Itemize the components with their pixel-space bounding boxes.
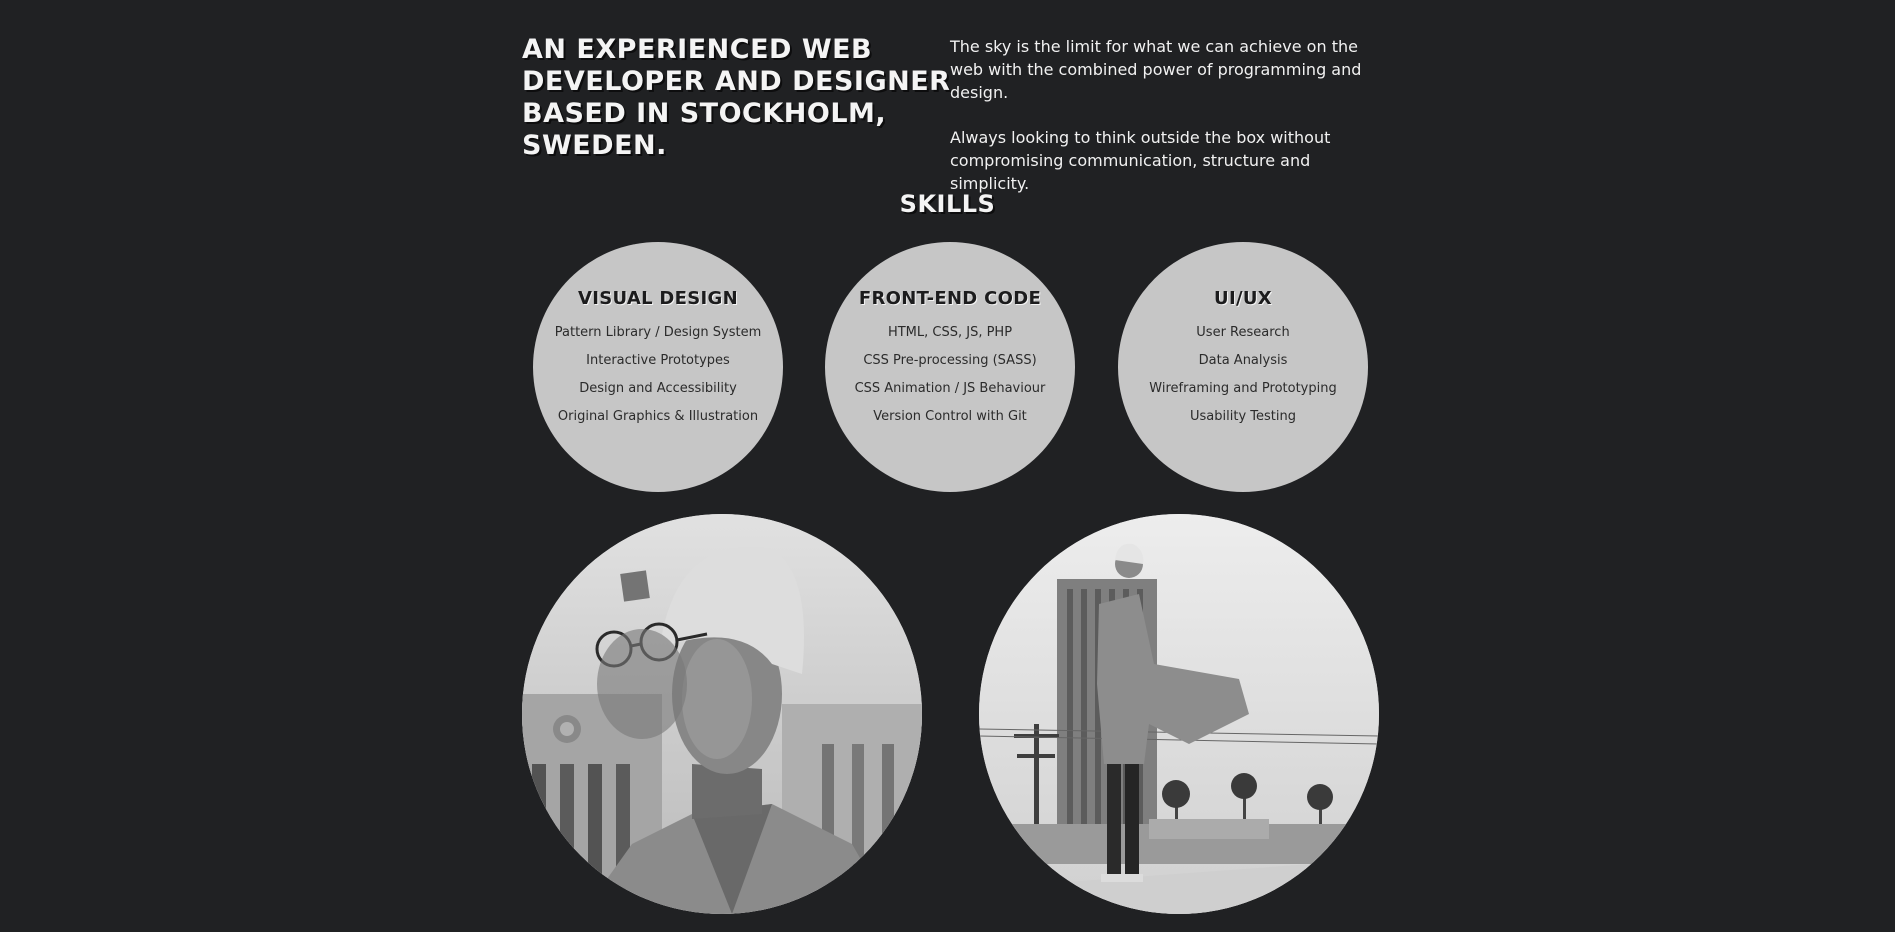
skill-item: User Research	[1196, 325, 1290, 340]
skill-item: Usability Testing	[1190, 409, 1296, 424]
skill-item: Design and Accessibility	[579, 381, 737, 396]
skill-item: Interactive Prototypes	[586, 353, 730, 368]
portrait-photo	[522, 514, 922, 914]
intro-paragraph-2: Always looking to think outside the box …	[950, 128, 1331, 193]
skill-title: UI/UX	[1214, 288, 1272, 309]
skill-title: VISUAL DESIGN	[578, 288, 738, 309]
skills-heading: SKILLS	[899, 190, 996, 218]
portrait-photo-image	[522, 514, 922, 914]
skill-item: HTML, CSS, JS, PHP	[887, 325, 1013, 340]
skill-title: FRONT-END CODE	[858, 288, 1042, 309]
skill-card-front-end-code: FRONT-END CODE HTML, CSS, JS, PHP CSS Pr…	[825, 242, 1075, 492]
skill-item: CSS Animation / JS Behaviour	[854, 381, 1046, 396]
skill-card-visual-design: VISUAL DESIGN Pattern Library / Design S…	[533, 242, 783, 492]
city-standing-photo-image	[979, 514, 1379, 914]
intro-paragraph-1: The sky is the limit for what we can ach…	[950, 37, 1362, 102]
skill-list: User Research Data Analysis Wireframing …	[1118, 319, 1368, 431]
skill-list: HTML, CSS, JS, PHP CSS Pre-processing (S…	[825, 319, 1075, 431]
skill-item: Wireframing and Prototyping	[1149, 381, 1337, 396]
skill-item: CSS Pre-processing (SASS)	[863, 353, 1037, 368]
city-standing-photo	[979, 514, 1379, 914]
skill-card-ui-ux: UI/UX User Research Data Analysis Wirefr…	[1118, 242, 1368, 492]
skill-item: Original Graphics & Illustration	[557, 409, 759, 424]
skill-item: Data Analysis	[1198, 353, 1288, 368]
skill-item: Version Control with Git	[873, 409, 1027, 424]
skill-item: Pattern Library / Design System	[554, 325, 762, 340]
page: AN EXPERIENCED WEB DEVELOPER AND DESIGNE…	[0, 0, 1895, 932]
skill-list: Pattern Library / Design System Interact…	[533, 319, 783, 431]
intro-heading: AN EXPERIENCED WEB DEVELOPER AND DESIGNE…	[522, 34, 951, 161]
